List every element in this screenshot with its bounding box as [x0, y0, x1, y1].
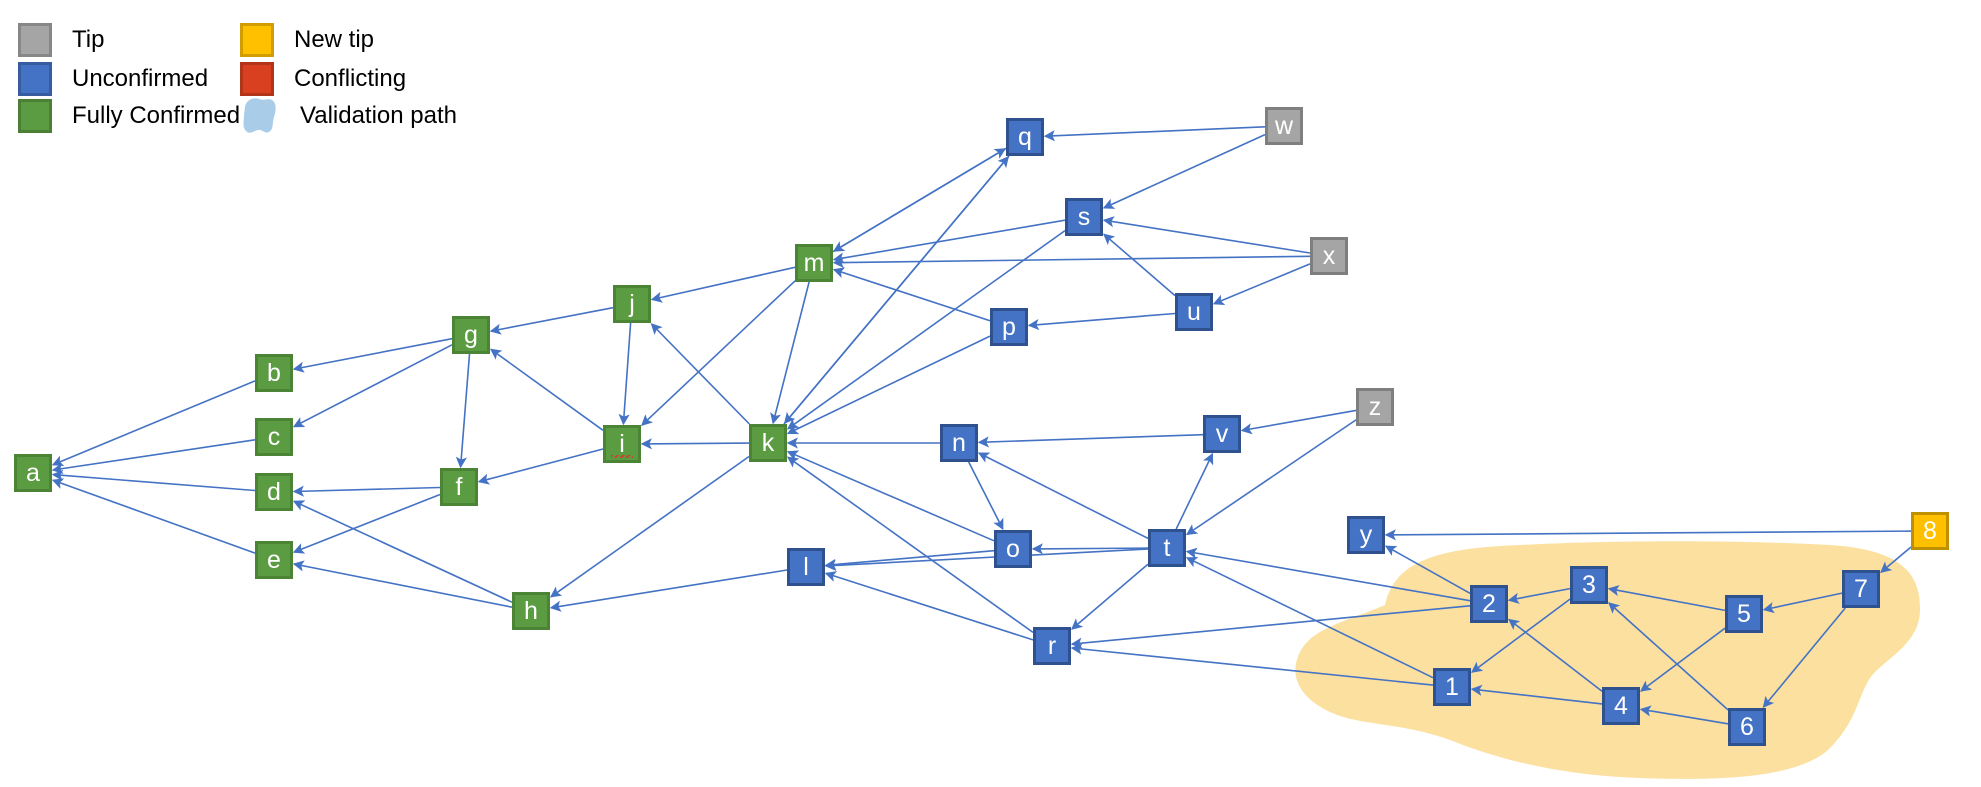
- graph-node-q[interactable]: q: [1006, 118, 1044, 156]
- graph-node-label: 7: [1854, 574, 1868, 603]
- graph-node-u[interactable]: u: [1175, 293, 1213, 331]
- graph-node-2[interactable]: 2: [1470, 585, 1508, 623]
- graph-node-label: m: [803, 248, 825, 277]
- legend-swatch-unconfirmed: [18, 62, 52, 96]
- legend-item-tip: Tip: [18, 23, 104, 57]
- legend-label: New tip: [294, 26, 375, 53]
- graph-node-label: o: [1006, 534, 1020, 563]
- graph-node-4[interactable]: 4: [1602, 687, 1640, 725]
- graph-node-t[interactable]: t: [1148, 529, 1186, 567]
- graph-node-label: 8: [1923, 516, 1937, 545]
- graph-node-d[interactable]: d: [255, 473, 293, 511]
- graph-node-label: l: [803, 552, 809, 581]
- graph-node-label: h: [524, 596, 538, 625]
- graph-node-s[interactable]: s: [1065, 198, 1103, 236]
- graph-node-label: c: [267, 422, 281, 451]
- legend-item-conflicting: Conflicting: [240, 62, 406, 96]
- graph-node-label: y: [1359, 520, 1373, 549]
- graph-node-a[interactable]: a: [14, 454, 52, 492]
- legend-swatch-fully-confirmed: [18, 99, 52, 133]
- graph-node-k[interactable]: k: [749, 424, 787, 462]
- graph-node-r[interactable]: r: [1033, 627, 1071, 665]
- graph-node-label: n: [952, 428, 966, 457]
- graph-node-label: w: [1274, 111, 1294, 140]
- graph-node-label: x: [1322, 241, 1336, 270]
- graph-node-label: f: [455, 472, 463, 501]
- graph-node-p[interactable]: p: [990, 308, 1028, 346]
- legend-label: Unconfirmed: [72, 65, 209, 92]
- legend-label: Conflicting: [294, 65, 407, 92]
- graph-node-label: g: [464, 320, 478, 349]
- graph-node-label: 3: [1582, 570, 1596, 599]
- graph-node-label: 4: [1614, 691, 1628, 720]
- graph-node-label: 1: [1445, 672, 1459, 701]
- graph-node-i[interactable]: i: [603, 425, 641, 463]
- graph-node-j[interactable]: j: [613, 285, 651, 323]
- graph-node-label: r: [1047, 631, 1057, 660]
- graph-node-b[interactable]: b: [255, 354, 293, 392]
- graph-node-g[interactable]: g: [452, 316, 490, 354]
- graph-node-e[interactable]: e: [255, 541, 293, 579]
- legend-item-validation-path: Validation path: [240, 98, 458, 133]
- graph-node-label: 5: [1737, 599, 1751, 628]
- legend-label: Tip: [72, 26, 105, 53]
- graph-node-z[interactable]: z: [1356, 388, 1394, 426]
- graph-node-8[interactable]: 8: [1911, 512, 1949, 550]
- legend-label: Fully Confirmed: [72, 102, 241, 129]
- spellcheck-underline-icon: [611, 455, 633, 458]
- graph-node-h[interactable]: h: [512, 592, 550, 630]
- graph-node-3[interactable]: 3: [1570, 566, 1608, 604]
- graph-node-label: 6: [1740, 712, 1754, 741]
- tangle-diagram-canvas: Tip Unconfirmed Fully Confirmed New tip Conf…: [0, 0, 1981, 787]
- graph-node-v[interactable]: v: [1203, 415, 1241, 453]
- legend-swatch-conflicting: [240, 62, 274, 96]
- validation-path-swatch-icon: [243, 98, 276, 133]
- graph-node-label: u: [1187, 297, 1201, 326]
- graph-node-m[interactable]: m: [795, 244, 833, 282]
- graph-node-f[interactable]: f: [440, 468, 478, 506]
- graph-node-c[interactable]: c: [255, 418, 293, 456]
- graph-node-label: k: [761, 428, 775, 457]
- graph-node-o[interactable]: o: [994, 530, 1032, 568]
- graph-node-label: t: [1163, 533, 1171, 562]
- graph-node-label: s: [1077, 202, 1091, 231]
- graph-node-label: e: [267, 545, 281, 574]
- graph-node-l[interactable]: l: [787, 548, 825, 586]
- graph-node-y[interactable]: y: [1347, 516, 1385, 554]
- graph-node-label: v: [1215, 419, 1229, 448]
- graph-node-label: z: [1368, 392, 1382, 421]
- legend-item-unconfirmed: Unconfirmed: [18, 62, 208, 96]
- legend-swatch-new-tip: [240, 23, 274, 57]
- graph-node-label: p: [1002, 312, 1016, 341]
- graph-node-1[interactable]: 1: [1433, 668, 1471, 706]
- legend: Tip Unconfirmed Fully Confirmed New tip Conf…: [0, 0, 620, 160]
- legend-item-fully-confirmed: Fully Confirmed: [18, 99, 240, 133]
- graph-node-n[interactable]: n: [940, 424, 978, 462]
- legend-label: Validation path: [300, 102, 458, 129]
- graph-node-label: q: [1018, 122, 1032, 151]
- graph-node-label: a: [26, 458, 40, 487]
- graph-node-label: i: [619, 429, 625, 458]
- graph-node-7[interactable]: 7: [1842, 570, 1880, 608]
- graph-node-label: 2: [1482, 589, 1496, 618]
- graph-node-w[interactable]: w: [1265, 107, 1303, 145]
- graph-node-label: b: [267, 358, 281, 387]
- graph-node-6[interactable]: 6: [1728, 708, 1766, 746]
- graph-node-label: d: [267, 477, 281, 506]
- legend-item-new-tip: New tip: [240, 23, 374, 57]
- legend-swatch-tip: [18, 23, 52, 57]
- graph-node-label: j: [629, 289, 635, 318]
- graph-node-5[interactable]: 5: [1725, 595, 1763, 633]
- graph-node-x[interactable]: x: [1310, 237, 1348, 275]
